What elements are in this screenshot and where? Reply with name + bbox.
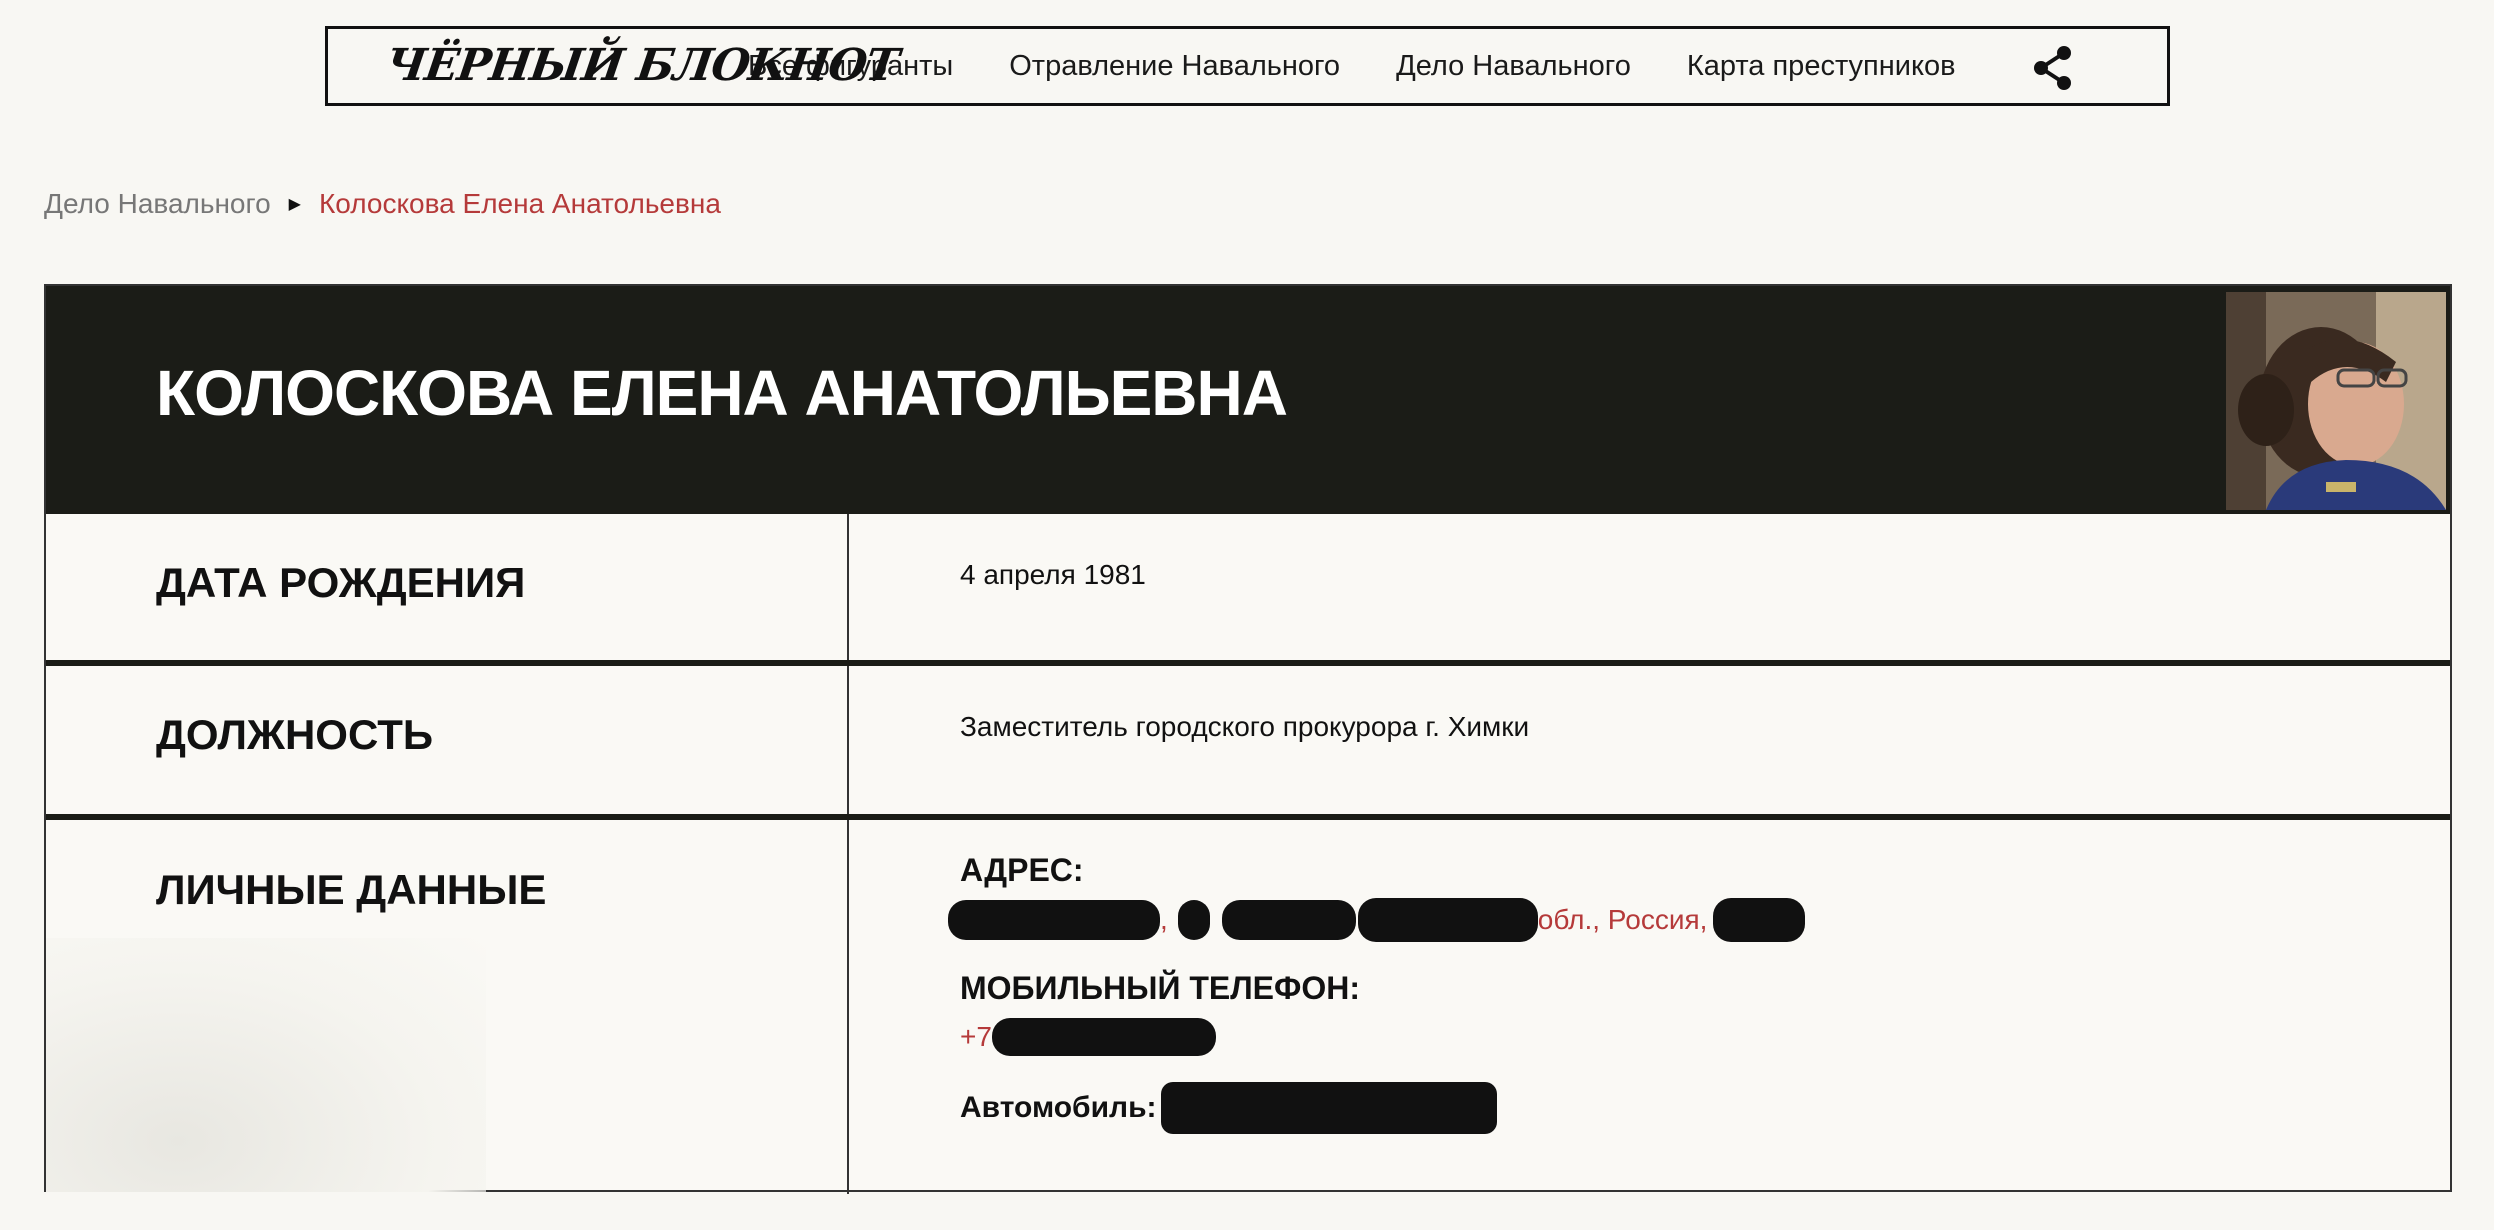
address-value[interactable]: , обл., Россия, bbox=[948, 897, 1806, 943]
address-block: АДРЕС: , обл., Россия, bbox=[948, 852, 1806, 943]
profile-card: КОЛОСКОВА ЕЛЕНА АНАТОЛЬЕВНА ДАТА РОЖДЕНИ… bbox=[44, 284, 2452, 1194]
row-position: ДОЛЖНОСТЬ Заместитель городского прокуро… bbox=[46, 666, 2450, 812]
share-icon[interactable] bbox=[2028, 43, 2078, 93]
nav-item-map[interactable]: Карта преступников bbox=[1687, 50, 1956, 83]
redaction-mark bbox=[1177, 900, 1210, 940]
redaction-mark bbox=[1713, 898, 1806, 942]
profile-photo[interactable] bbox=[2226, 292, 2446, 510]
personal-data-label: ЛИЧНЫЕ ДАННЫЕ bbox=[156, 866, 547, 913]
breadcrumb-separator-icon: ▶ bbox=[288, 196, 301, 213]
row-birth-date: ДАТА РОЖДЕНИЯ 4 апреля 1981 bbox=[46, 514, 2450, 660]
profile-name: КОЛОСКОВА ЕЛЕНА АНАТОЛЬЕВНА bbox=[156, 357, 1288, 429]
position-value: Заместитель городского прокурора г. Химк… bbox=[960, 711, 1530, 742]
phone-value[interactable]: +7 bbox=[960, 1015, 1360, 1059]
redaction-mark bbox=[1160, 1082, 1497, 1134]
redaction-mark bbox=[1357, 898, 1538, 942]
phone-prefix: +7 bbox=[960, 1021, 992, 1052]
address-region: обл., Россия, bbox=[1537, 904, 1708, 935]
row-personal-data: ЛИЧНЫЕ ДАННЫЕ АДРЕС: , обл., Россия, МОБ… bbox=[46, 820, 2450, 1192]
birth-date-value: 4 апреля 1981 bbox=[960, 559, 1146, 590]
redaction-mark bbox=[991, 1018, 1216, 1056]
portrait-image bbox=[2226, 292, 2446, 510]
site-logo[interactable]: ЧЁРНЫЙ БЛОКНОТ bbox=[382, 40, 901, 92]
breadcrumb-parent-link[interactable]: Дело Навального bbox=[44, 188, 271, 220]
redaction-mark bbox=[1221, 900, 1356, 940]
position-label: ДОЛЖНОСТЬ bbox=[156, 711, 434, 758]
breadcrumb-current: Колоскова Елена Анатольевна bbox=[318, 188, 721, 219]
car-block: Автомобиль: bbox=[960, 1082, 1497, 1134]
birth-date-label: ДАТА РОЖДЕНИЯ bbox=[156, 559, 526, 606]
address-label: АДРЕС: bbox=[960, 852, 1084, 888]
nav-item-case[interactable]: Дело Навального bbox=[1396, 50, 1631, 83]
car-label: Автомобиль: bbox=[960, 1091, 1157, 1124]
profile-header: КОЛОСКОВА ЕЛЕНА АНАТОЛЬЕВНА bbox=[46, 286, 2450, 514]
phone-label: МОБИЛЬНЫЙ ТЕЛЕФОН: bbox=[960, 970, 1360, 1006]
phone-block: МОБИЛЬНЫЙ ТЕЛЕФОН: +7 bbox=[960, 970, 1360, 1059]
nav-item-poisoning[interactable]: Отравление Навального bbox=[1009, 50, 1340, 83]
breadcrumb: Дело Навального ▶ Колоскова Елена Анатол… bbox=[44, 188, 721, 220]
redaction-mark bbox=[948, 900, 1160, 940]
address-separator: , bbox=[1160, 904, 1168, 935]
top-nav-bar: ЧЁРНЫЙ БЛОКНОТ Все фигуранты Отравление … bbox=[325, 26, 2170, 106]
